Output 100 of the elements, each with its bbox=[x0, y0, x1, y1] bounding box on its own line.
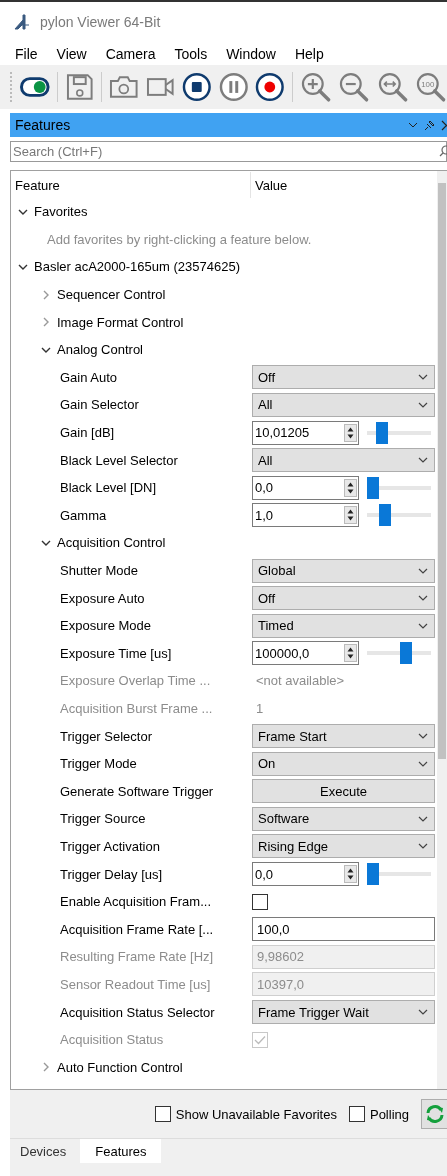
slider-thumb[interactable] bbox=[379, 504, 392, 527]
feature-label: Acquisition Burst Frame ... bbox=[60, 701, 213, 716]
spin-arrows-icon[interactable] bbox=[344, 865, 357, 884]
value-dropdown[interactable]: On bbox=[252, 751, 435, 776]
refresh-icon bbox=[424, 1104, 445, 1124]
group-label[interactable]: Sequencer Control bbox=[57, 287, 166, 303]
toggle-switch[interactable] bbox=[20, 77, 50, 98]
menu-item[interactable]: Camera bbox=[105, 45, 156, 62]
chevron-down-icon[interactable] bbox=[408, 122, 418, 128]
pause-icon[interactable] bbox=[218, 72, 249, 103]
feature-label: Black Level [DN] bbox=[60, 480, 157, 496]
tab[interactable]: Features bbox=[80, 1139, 161, 1163]
search-icon[interactable] bbox=[439, 145, 447, 157]
menu-item[interactable]: File bbox=[15, 45, 38, 62]
execute-button[interactable]: Execute bbox=[252, 779, 435, 804]
slider-thumb[interactable] bbox=[399, 642, 412, 665]
value-dropdown[interactable]: Software bbox=[252, 806, 435, 831]
feature-label: Resulting Frame Rate [Hz] bbox=[60, 949, 214, 965]
feature-label: Gamma bbox=[60, 507, 107, 523]
chevron-down-icon bbox=[418, 595, 428, 602]
feature-label: Trigger Selector bbox=[60, 728, 152, 744]
value-dropdown[interactable]: All bbox=[252, 392, 435, 417]
feature-label: Acquisition Status Selector bbox=[60, 1004, 215, 1020]
stop-icon[interactable] bbox=[182, 72, 212, 103]
checkbox-label[interactable]: Polling bbox=[369, 1106, 409, 1122]
checkbox[interactable] bbox=[348, 1106, 365, 1122]
chevron-down-icon[interactable] bbox=[18, 262, 28, 272]
feature-label: Trigger Mode bbox=[60, 756, 137, 772]
panel-title: Features bbox=[15, 117, 72, 133]
slider-thumb[interactable] bbox=[367, 476, 379, 499]
chevron-down-icon bbox=[418, 760, 428, 767]
checkbox[interactable] bbox=[154, 1106, 171, 1122]
value-dropdown[interactable]: Rising Edge bbox=[252, 834, 435, 859]
search-field[interactable]: Search (Ctrl+F) bbox=[10, 141, 447, 162]
feature-label: Trigger Activation bbox=[60, 838, 160, 854]
spin-arrows-icon[interactable] bbox=[344, 478, 357, 497]
chevron-down-icon bbox=[418, 374, 428, 381]
feature-label: Gain [dB] bbox=[60, 425, 115, 441]
spin-arrows-icon[interactable] bbox=[344, 506, 357, 525]
slider-thumb[interactable] bbox=[367, 863, 379, 886]
checkbox-label[interactable]: Show Unavailable Favorites bbox=[175, 1106, 337, 1122]
spin-field[interactable]: 10,01205 bbox=[252, 420, 359, 445]
zoom-in-icon[interactable] bbox=[299, 71, 332, 104]
chevron-down-icon bbox=[418, 457, 428, 464]
value-dropdown[interactable]: Off bbox=[252, 365, 435, 390]
zoom-out-icon[interactable] bbox=[338, 71, 370, 104]
menu-item[interactable]: View bbox=[56, 45, 87, 62]
value-dropdown[interactable]: Off bbox=[252, 586, 435, 611]
pin-icon[interactable] bbox=[424, 119, 435, 131]
spin-arrows-icon[interactable] bbox=[344, 423, 357, 442]
window-title: pylon Viewer 64-Bit bbox=[40, 13, 161, 30]
feature-label: Acquisition Frame Rate [... bbox=[60, 921, 214, 937]
camera-icon[interactable] bbox=[109, 74, 139, 101]
chevron-down-icon bbox=[418, 622, 428, 629]
feature-label: Sensor Readout Time [us] bbox=[60, 976, 211, 992]
chevron-right-icon[interactable] bbox=[41, 317, 51, 328]
spin-field[interactable]: 0,0 bbox=[252, 475, 359, 500]
value-dropdown[interactable]: Frame Start bbox=[252, 724, 435, 749]
chevron-down-icon bbox=[418, 733, 428, 740]
value-dropdown[interactable]: All bbox=[252, 448, 435, 473]
spin-field[interactable]: 100000,0 bbox=[252, 641, 359, 666]
column-header[interactable]: Value bbox=[255, 177, 288, 193]
slider-thumb[interactable] bbox=[375, 421, 388, 444]
feature-label: Trigger Source bbox=[60, 811, 146, 827]
refresh-button[interactable] bbox=[421, 1099, 447, 1129]
value-dropdown[interactable]: Timed bbox=[252, 613, 435, 638]
scrollbar[interactable] bbox=[437, 171, 447, 1089]
group-label[interactable]: Favorites bbox=[34, 204, 88, 220]
group-label[interactable]: Basler acA2000-165um (23574625) bbox=[34, 259, 240, 275]
value-dropdown[interactable]: Global bbox=[252, 558, 435, 583]
chevron-down-icon bbox=[418, 401, 428, 408]
feature-label: Gain Selector bbox=[60, 397, 139, 413]
group-label[interactable]: Acquisition Control bbox=[57, 535, 166, 551]
spin-arrows-icon[interactable] bbox=[344, 644, 357, 663]
group-label[interactable]: Image Format Control bbox=[57, 314, 184, 330]
feature-label: Generate Software Trigger bbox=[60, 783, 214, 799]
value-dropdown[interactable]: Frame Trigger Wait bbox=[252, 1000, 435, 1024]
feature-label: Exposure Overlap Time ... bbox=[60, 673, 211, 689]
checkbox[interactable] bbox=[252, 893, 268, 910]
chevron-right-icon[interactable] bbox=[41, 1062, 51, 1073]
menu-item[interactable]: Window bbox=[226, 45, 276, 62]
feature-label: Acquisition Status bbox=[60, 1032, 164, 1048]
menu-item[interactable]: Help bbox=[294, 45, 324, 62]
menu-item[interactable]: Tools bbox=[174, 45, 208, 62]
hint-text: Add favorites by right-clicking a feature below. bbox=[47, 231, 312, 247]
value-text: 1 bbox=[255, 701, 265, 716]
group-label[interactable]: Analog Control bbox=[57, 342, 143, 358]
zoom-fit-icon[interactable] bbox=[376, 71, 409, 104]
chevron-down-icon bbox=[418, 815, 428, 822]
group-label[interactable]: Auto Function Control bbox=[57, 1059, 183, 1075]
record-icon[interactable] bbox=[255, 72, 285, 103]
spin-field[interactable]: 1,0 bbox=[252, 503, 359, 528]
value-field[interactable]: 100,0 bbox=[252, 917, 435, 942]
feature-label: Trigger Delay [us] bbox=[60, 866, 163, 882]
value-text: <not available> bbox=[255, 673, 346, 689]
feature-label: Shutter Mode bbox=[60, 563, 139, 578]
spin-field[interactable]: 0,0 bbox=[252, 862, 359, 887]
chevron-right-icon[interactable] bbox=[41, 289, 51, 300]
feature-label: Exposure Mode bbox=[60, 618, 152, 634]
column-header[interactable]: Feature bbox=[15, 177, 60, 193]
